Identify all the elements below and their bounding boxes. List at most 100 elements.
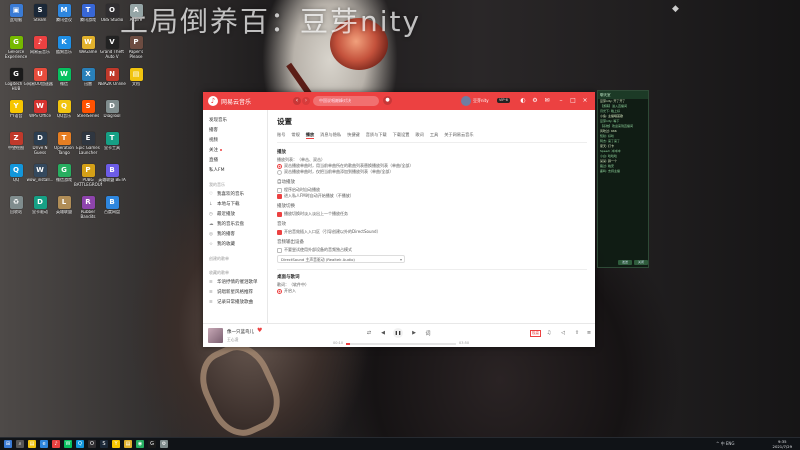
search-icon[interactable]: ⌕	[16, 440, 24, 448]
sidebar-item[interactable]: 视频	[203, 136, 267, 146]
logitech-icon[interactable]: G	[148, 440, 156, 448]
sidebar-item[interactable]: ↓ 本地与下载	[203, 200, 267, 210]
wechat-icon[interactable]: W	[64, 440, 72, 448]
settings-tab[interactable]: 常规	[291, 132, 299, 139]
radio-off[interactable]	[277, 169, 282, 175]
time-elapsed: 00:10	[333, 341, 344, 345]
settings-tab[interactable]: 消息与隐私	[320, 132, 341, 139]
desktop-icon[interactable]: ▤ 文档	[123, 68, 149, 94]
sidebar-item[interactable]: ◷ 最近播放	[203, 210, 267, 220]
playlist-radio-append[interactable]: 双击播放单曲时，仅把当前单曲添加到播放列表（单曲/全部）	[277, 169, 587, 175]
sidebar-item[interactable]: 直播	[203, 156, 267, 166]
sidebar-item[interactable]: ≡ 记录日常播放歌曲	[203, 298, 267, 308]
song-title[interactable]: 像一只蓝鸟儿	[227, 329, 254, 335]
quality-badge[interactable]: 极高	[530, 330, 541, 337]
like-heart-icon[interactable]: ♥	[257, 327, 262, 334]
search-input[interactable]	[313, 96, 379, 106]
shuffle-icon[interactable]: ⇄	[365, 330, 373, 336]
settings-tab[interactable]: 账号	[277, 132, 285, 139]
settings-gear-icon[interactable]: ⚙	[531, 97, 539, 105]
output-device-select[interactable]: DirectSound 主声音驱动 (Realtek Audio)	[277, 255, 405, 263]
forward-icon[interactable]: ›	[302, 97, 310, 105]
effects-icon[interactable]: ♫	[545, 330, 553, 336]
prev-icon[interactable]: ◀	[379, 330, 387, 336]
netease-music-window: ♪ 网易云音乐 ‹ › ● 豆芽nity VIP·6 ◐ ⚙ ✉ – □ × 发…	[203, 92, 595, 347]
drive-icon: D	[33, 132, 47, 145]
user-name[interactable]: 豆芽nity	[473, 98, 489, 104]
progress-bar[interactable]	[346, 343, 456, 345]
sidebar-item[interactable]: ◎ 我的播客	[203, 230, 267, 240]
pause-button[interactable]: ❚❚	[393, 328, 403, 338]
desktop-icon[interactable]: B 百度网盘	[99, 196, 125, 222]
back-icon[interactable]: ‹	[293, 97, 301, 105]
fade-option[interactable]: 播放切换时淡入淡出上一个播放任务	[277, 211, 587, 217]
maximize-icon[interactable]: □	[569, 97, 577, 105]
artist-name[interactable]: 王心凌	[227, 337, 238, 343]
checkbox-checked[interactable]	[277, 229, 282, 235]
sidebar-item-icon: ≡	[209, 290, 213, 295]
share-icon[interactable]: ⇪	[573, 330, 581, 336]
chat-send-button[interactable]: 发送	[618, 260, 632, 265]
steam-icon[interactable]: S	[100, 440, 108, 448]
desktop-icon[interactable]: T 显卡工具	[99, 132, 125, 158]
auto-play-fm-option[interactable]: 进入私人FM时自动开始播放（不播放）	[277, 193, 587, 199]
minimize-icon[interactable]: –	[557, 97, 565, 105]
album-cover[interactable]	[208, 328, 223, 343]
chat-close-button[interactable]: 关闭	[634, 260, 648, 265]
settings-tab[interactable]: 下载设置	[393, 132, 410, 139]
playlist-icon[interactable]: ≡	[585, 330, 593, 336]
obs-icon[interactable]: O	[88, 440, 96, 448]
settings-tab[interactable]: 快捷键	[347, 132, 360, 139]
sidebar-item[interactable]: ☁ 我的音乐云盘	[203, 220, 267, 230]
settings-tab[interactable]: 关于网易云音乐	[444, 132, 473, 139]
desktop-icon-label: Aspire	[129, 18, 143, 22]
next-icon[interactable]: ▶	[410, 330, 418, 336]
sidebar-item[interactable]: 私人FM	[203, 166, 267, 176]
desktop-icon[interactable]: A Aspire	[123, 4, 149, 30]
checkbox[interactable]	[277, 187, 282, 193]
desktop-icon[interactable]: P Paper's Please	[123, 36, 149, 62]
edge-icon[interactable]: e	[40, 440, 48, 448]
settings-tab[interactable]: 音质与下载	[366, 132, 387, 139]
settings-icon[interactable]: ⚙	[160, 440, 168, 448]
checkbox[interactable]	[277, 247, 282, 253]
volume-icon[interactable]: ◁	[559, 330, 567, 336]
close-icon[interactable]: ×	[581, 97, 589, 105]
radio-on[interactable]	[277, 163, 282, 169]
sidebar-item[interactable]: ≡ 华语抒情的催泪歌单	[203, 278, 267, 288]
system-tray[interactable]: ^ 中 ENG	[716, 441, 735, 447]
radio-on[interactable]	[277, 288, 282, 294]
sidebar-item[interactable]: 关注	[203, 146, 267, 156]
yy-icon[interactable]: Y	[112, 440, 120, 448]
settings-tab[interactable]: 工具	[430, 132, 438, 139]
sidebar-item[interactable]: 播客	[203, 126, 267, 136]
start-icon[interactable]: ⊞	[4, 440, 12, 448]
sidebar-item[interactable]: ☆ 我的收藏	[203, 240, 267, 250]
desktop-icon[interactable]: B 英雄联盟 BETA	[98, 164, 126, 190]
effects-option[interactable]: 开启音效插入入口区（引导创建以外的DirectSound）	[277, 229, 587, 235]
settings-tab[interactable]: 歌词	[415, 132, 423, 139]
folder-icon[interactable]: ▤	[124, 440, 132, 448]
avatar[interactable]	[461, 96, 471, 106]
mail-icon[interactable]: ✉	[543, 97, 551, 105]
game-icon: T	[57, 132, 71, 145]
sidebar-item[interactable]: ≡ 说唱新星风格推荐	[203, 288, 267, 298]
desktop-icon[interactable]: D DiagTool	[99, 100, 125, 126]
vip-badge[interactable]: VIP·6	[497, 98, 510, 103]
lyrics-icon[interactable]: 词	[424, 330, 432, 337]
sidebar-item[interactable]: 发现音乐	[203, 116, 267, 126]
mic-icon[interactable]: ●	[383, 96, 392, 105]
chrome-icon[interactable]: ◉	[136, 440, 144, 448]
file-explorer-icon[interactable]: ▤	[28, 440, 36, 448]
lyrics-option[interactable]: 开启入	[277, 288, 587, 294]
qq-icon[interactable]: Q	[76, 440, 84, 448]
settings-tab[interactable]: 播放	[305, 132, 315, 139]
sidebar-item[interactable]: ♡ 我喜欢的音乐	[203, 190, 267, 200]
exclusive-option[interactable]: 不要尝试使用外部设备的音频独占模式	[277, 247, 587, 253]
clock[interactable]: 9:35 2021/7/29	[773, 439, 792, 449]
checkbox-checked[interactable]	[277, 211, 282, 217]
checkbox-checked[interactable]	[277, 193, 282, 199]
recycle-corner-icon[interactable]: ◆	[672, 4, 682, 14]
skin-icon[interactable]: ◐	[519, 97, 527, 105]
netease-music-icon[interactable]: ♪	[52, 440, 60, 448]
